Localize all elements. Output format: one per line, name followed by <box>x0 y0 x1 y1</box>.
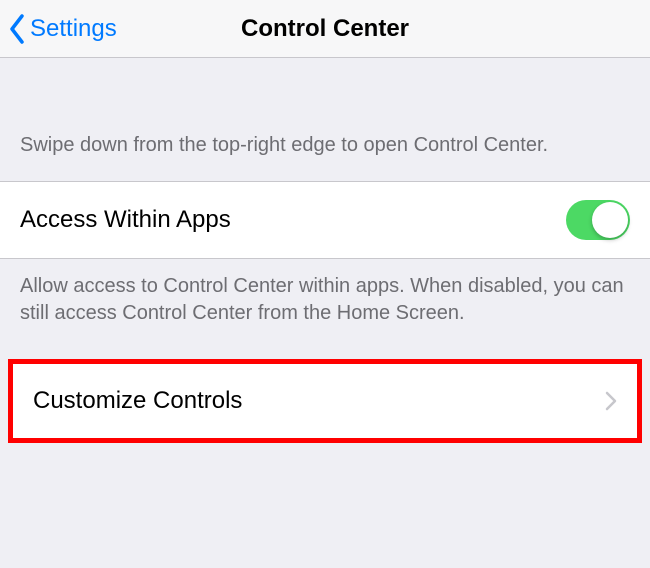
back-button[interactable]: Settings <box>0 0 117 57</box>
highlight-box: Customize Controls <box>8 359 642 443</box>
access-within-apps-row: Access Within Apps <box>0 181 650 259</box>
navbar: Settings Control Center <box>0 0 650 58</box>
access-within-apps-footer: Allow access to Control Center within ap… <box>0 259 650 355</box>
customize-controls-label: Customize Controls <box>33 387 242 415</box>
chevron-right-icon <box>605 391 617 411</box>
access-within-apps-label: Access Within Apps <box>20 206 231 234</box>
toggle-knob <box>592 202 628 238</box>
customize-controls-row[interactable]: Customize Controls <box>13 364 637 438</box>
section-description: Swipe down from the top-right edge to op… <box>0 58 650 181</box>
access-within-apps-toggle[interactable] <box>566 200 630 240</box>
chevron-left-icon <box>8 14 26 44</box>
back-label: Settings <box>30 15 117 43</box>
